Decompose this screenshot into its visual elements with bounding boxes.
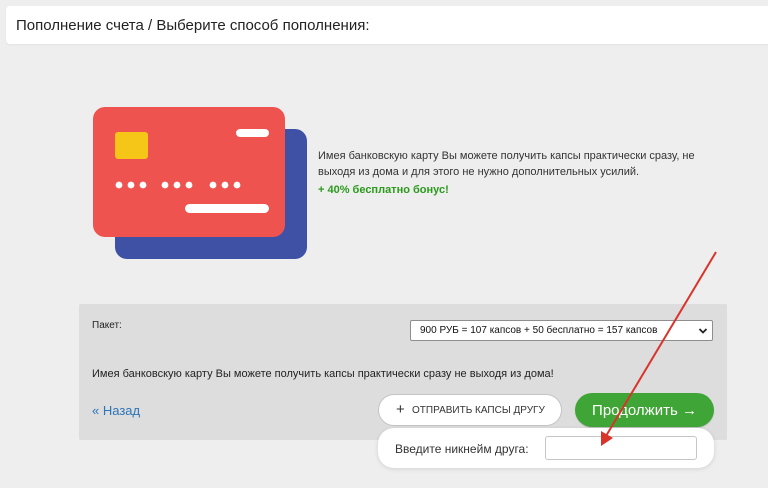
continue-label: Продолжить → [592,402,697,419]
friend-nickname-popover: Введите никнейм друга: [378,428,714,468]
package-label: Пакет: [92,320,122,331]
package-select[interactable]: 900 РУБ = 107 капсов + 50 бесплатно = 15… [410,320,713,341]
friend-nickname-label: Введите никнейм друга: [395,442,529,456]
friend-nickname-input[interactable] [545,436,697,460]
bank-card-icon [93,107,307,259]
page-header: Пополнение счета / Выберите способ попол… [6,6,768,44]
panel-note: Имея банковскую карту Вы можете получить… [92,368,554,380]
card-front [93,107,285,237]
back-link[interactable]: « Назад [92,403,140,418]
continue-button[interactable]: Продолжить → [575,393,714,427]
send-to-friend-button[interactable]: + ОТПРАВИТЬ КАПСЫ ДРУГУ [378,394,562,426]
promo-description: Имея банковскую карту Вы можете получить… [318,150,695,178]
card-chip [115,132,148,159]
package-select-value: 900 РУБ = 107 капсов + 50 бесплатно = 15… [420,325,658,336]
send-to-friend-label: ОТПРАВИТЬ КАПСЫ ДРУГУ [412,405,545,416]
chevron-down-icon [698,328,708,334]
page-title: Пополнение счета / Выберите способ попол… [16,17,370,34]
promo-bonus: + 40% бесплатно бонус! [318,184,449,196]
plus-icon: + [396,401,405,418]
